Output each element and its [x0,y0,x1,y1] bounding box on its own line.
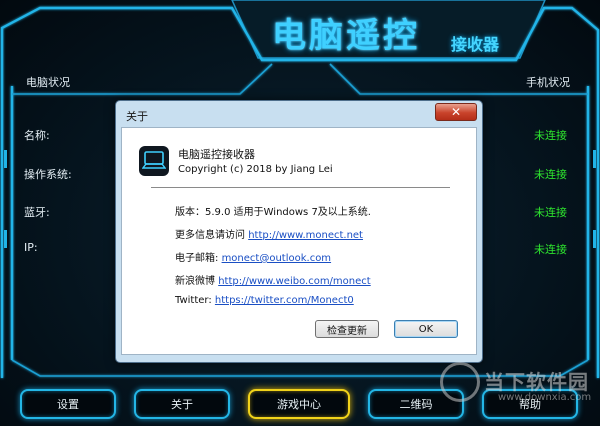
watermark-text: 当下软件园 [484,370,589,394]
about-app-name: 电脑遥控接收器 [178,148,255,161]
weibo-line: 新浪微博 http://www.weibo.com/monect [175,272,371,287]
twitter-label: Twitter: [175,295,212,306]
ok-button[interactable]: OK [394,320,458,338]
watermark-url: www.downxia.com [498,392,592,403]
email-label: 电子邮箱: [175,253,219,264]
phone-status-4: 未连接 [534,243,567,256]
divider [151,187,450,188]
about-dialog: 关于 ✕ 电脑遥控接收器 Copyright (c) 2018 by Jiang… [115,100,483,363]
pc-status-header: 电脑状况 [26,76,70,89]
email-line: 电子邮箱: monect@outlook.com [175,249,331,264]
pc-os-label: 操作系统: [24,168,72,181]
app-subtitle: 接收器 [451,35,500,54]
close-icon: ✕ [450,105,462,119]
weibo-link[interactable]: http://www.weibo.com/monect [218,276,371,287]
twitter-link[interactable]: https://twitter.com/Monect0 [215,295,354,306]
dialog-title: 关于 [126,110,148,123]
pc-ip-label: IP: [24,241,38,254]
dialog-body: 电脑遥控接收器 Copyright (c) 2018 by Jiang Lei … [121,127,477,355]
check-update-button[interactable]: 检查更新 [315,320,379,338]
more-info-label: 更多信息请访问 [175,230,245,241]
watermark: 当下软件园 www.downxia.com [440,360,600,422]
about-button[interactable]: 关于 [134,389,230,419]
phone-status-2: 未连接 [534,168,567,181]
pc-bluetooth-label: 蓝牙: [24,206,50,219]
phone-status-1: 未连接 [534,129,567,142]
close-button[interactable]: ✕ [435,103,477,121]
game-center-button[interactable]: 游戏中心 [248,389,350,419]
settings-button[interactable]: 设置 [20,389,116,419]
more-info-line: 更多信息请访问 http://www.monect.net [175,226,363,241]
about-copyright: Copyright (c) 2018 by Jiang Lei [178,164,333,175]
app-icon [139,146,169,176]
app-title: 电脑遥控 [272,16,420,56]
website-link[interactable]: http://www.monect.net [248,230,363,241]
version-line: 版本：5.9.0 适用于Windows 7及以上系统. [175,207,371,218]
phone-status-3: 未连接 [534,206,567,219]
twitter-line: Twitter: https://twitter.com/Monect0 [175,295,354,306]
weibo-label: 新浪微博 [175,276,215,287]
phone-status-header: 手机状况 [526,76,570,89]
watermark-logo-icon [440,362,480,402]
email-link[interactable]: monect@outlook.com [222,253,332,264]
pc-name-label: 名称: [24,129,50,142]
